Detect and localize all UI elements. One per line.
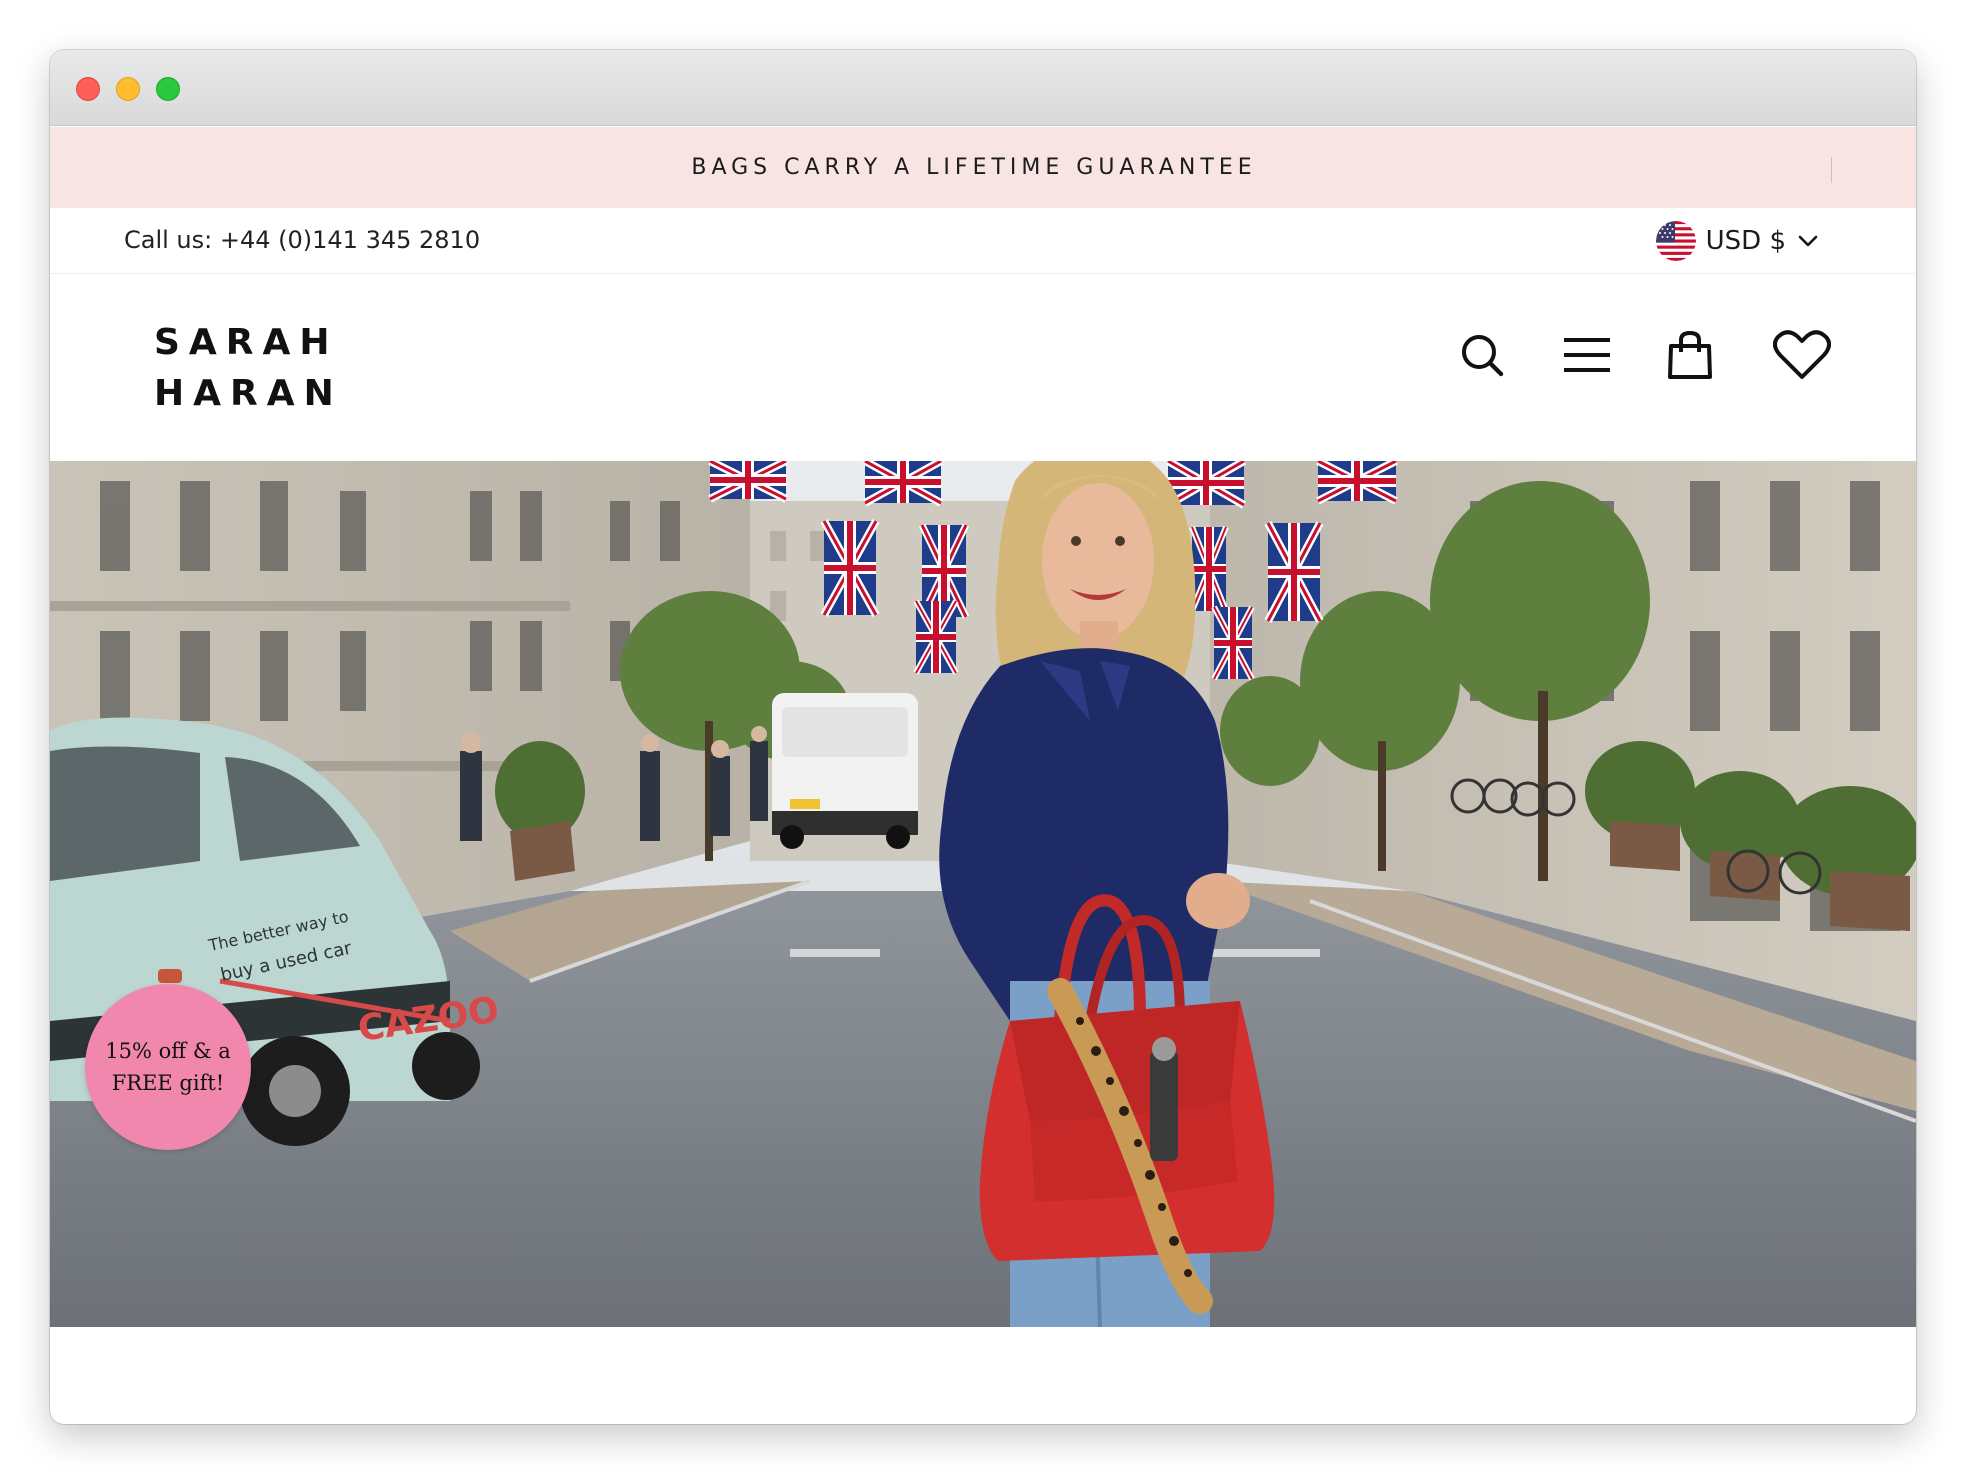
window-close-button[interactable] bbox=[76, 77, 100, 101]
window-minimize-button[interactable] bbox=[116, 77, 140, 101]
window-zoom-button[interactable] bbox=[156, 77, 180, 101]
cart-button[interactable] bbox=[1660, 325, 1720, 385]
promo-text: 15% off & a FREE gift! bbox=[105, 1035, 230, 1099]
menu-button[interactable] bbox=[1557, 325, 1617, 385]
utility-bar: Call us: +44 (0)141 345 2810 USD $ bbox=[50, 208, 1916, 274]
search-icon bbox=[1462, 335, 1504, 377]
site-header: SARAH HARAN bbox=[50, 275, 1916, 461]
promo-line-2: FREE gift! bbox=[111, 1071, 225, 1095]
browser-window: BAGS CARRY A LIFETIME GUARANTEE Call us:… bbox=[50, 50, 1916, 1424]
search-button[interactable] bbox=[1452, 325, 1512, 385]
heart-icon bbox=[1773, 330, 1831, 379]
promo-line-1: 15% off & a bbox=[105, 1039, 231, 1063]
window-titlebar bbox=[50, 50, 1916, 126]
call-us-phone-link[interactable]: Call us: +44 (0)141 345 2810 bbox=[124, 226, 480, 254]
currency-label: USD $ bbox=[1705, 226, 1786, 256]
announcement-divider bbox=[1831, 157, 1832, 183]
announcement-bar: BAGS CARRY A LIFETIME GUARANTEE bbox=[50, 127, 1916, 208]
menu-icon bbox=[1564, 338, 1610, 372]
announcement-text: BAGS CARRY A LIFETIME GUARANTEE bbox=[691, 155, 1257, 180]
wishlist-button[interactable] bbox=[1772, 325, 1832, 385]
hero-banner[interactable]: CAZOO buy a used car The better way to bbox=[50, 461, 1916, 1327]
site-logo[interactable]: SARAH HARAN bbox=[154, 317, 343, 419]
logo-line-1: SARAH bbox=[154, 322, 339, 363]
promo-badge[interactable]: 15% off & a FREE gift! bbox=[85, 984, 251, 1150]
chevron-down-icon bbox=[1798, 235, 1818, 247]
shopping-bag-icon bbox=[1668, 330, 1712, 379]
hero-image: CAZOO buy a used car The better way to bbox=[50, 461, 1916, 1327]
currency-selector[interactable]: USD $ bbox=[1655, 221, 1820, 261]
logo-line-2: HARAN bbox=[154, 373, 343, 414]
us-flag-icon bbox=[1655, 221, 1696, 261]
